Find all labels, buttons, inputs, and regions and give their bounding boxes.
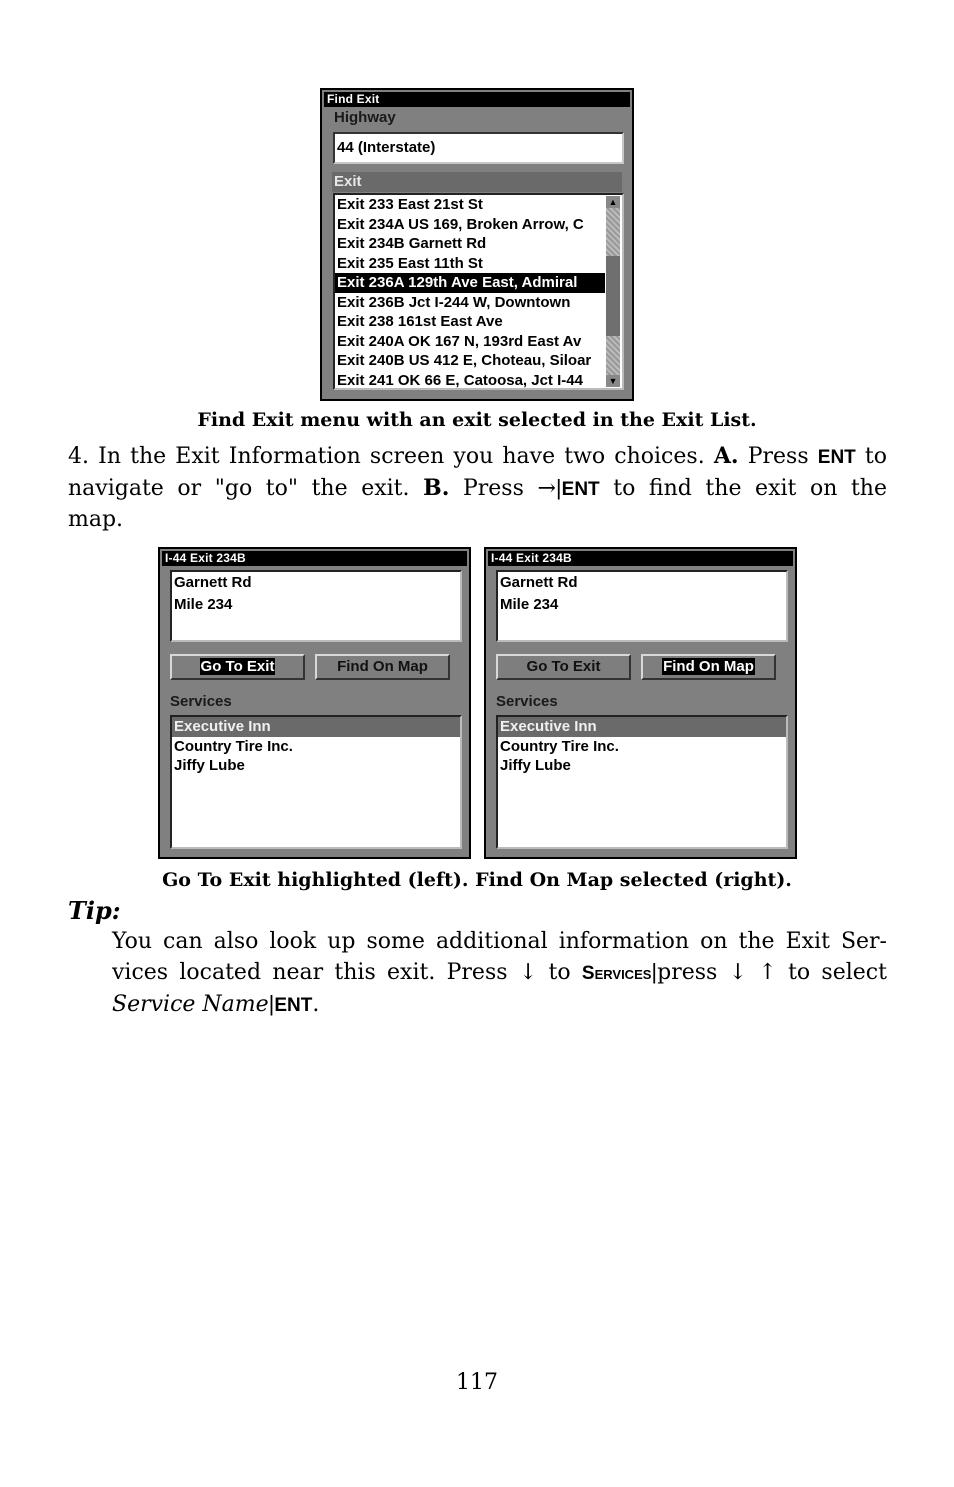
exit-list-item[interactable]: Exit 235 East 11th St <box>335 254 605 274</box>
scroll-track[interactable] <box>606 336 620 375</box>
service-item[interactable]: Country Tire Inc. <box>498 737 786 757</box>
exit-info-title: I-44 Exit 234B <box>162 551 467 566</box>
step-4-line-3: map. <box>68 507 124 532</box>
exit-list-item[interactable]: Exit 240B US 412 E, Choteau, Siloar <box>335 351 605 371</box>
go-to-exit-button[interactable]: Go To Exit <box>170 654 305 680</box>
service-item[interactable]: Executive Inn <box>498 717 786 737</box>
scroll-down-icon[interactable]: ▼ <box>606 375 620 387</box>
exit-list-scrollbar[interactable]: ▲ ▼ <box>606 196 620 387</box>
exit-label: Exit <box>334 173 362 190</box>
exit-list[interactable]: Exit 233 East 21st St Exit 234A US 169, B… <box>333 193 624 390</box>
highway-field[interactable]: 44 (Interstate) <box>333 132 624 164</box>
ent-key: ENT <box>817 447 856 468</box>
exit-list-item[interactable]: Exit 236A 129th Ave East, Admiral <box>335 273 605 293</box>
services-label: Services <box>496 693 558 710</box>
arrow-up-icon: ↑ <box>758 960 777 985</box>
exit-info-title: I-44 Exit 234B <box>488 551 793 566</box>
exit-info-screen-right: I-44 Exit 234B Garnett Rd Mile 234 Go To… <box>484 547 797 859</box>
figure-caption-1: Find Exit menu with an exit selected in … <box>197 409 757 431</box>
exit-list-item[interactable]: Exit 234A US 169, Broken Arrow, C <box>335 215 605 235</box>
exit-road-name: Garnett Rd <box>500 574 578 591</box>
page-number: 117 <box>456 1370 498 1395</box>
arrow-down-icon: ↓ <box>518 960 538 985</box>
exit-list-item[interactable]: Exit 234B Garnett Rd <box>335 234 605 254</box>
exit-mile: Mile 234 <box>500 596 559 613</box>
go-to-exit-button[interactable]: Go To Exit <box>496 654 631 680</box>
step-4-paragraph: 4. In the Exit Information screen you ha… <box>68 441 887 535</box>
service-item[interactable]: Jiffy Lube <box>498 756 786 776</box>
highway-label: Highway <box>334 109 396 126</box>
exit-list-item[interactable]: Exit 240A OK 167 N, 193rd East Av <box>335 332 605 352</box>
services-label: Services <box>170 693 232 710</box>
exit-info-screen-left: I-44 Exit 234B Garnett Rd Mile 234 Go To… <box>158 547 471 859</box>
find-exit-screen: Find Exit Highway 44 (Interstate) Exit E… <box>320 88 634 401</box>
ent-key: ENT <box>561 479 600 500</box>
figure-caption-2: Go To Exit highlighted (left). Find On M… <box>162 869 792 891</box>
find-on-map-button[interactable]: Find On Map <box>641 654 776 680</box>
tip-heading: Tip: <box>68 896 121 925</box>
service-item[interactable]: Country Tire Inc. <box>172 737 460 757</box>
services-list[interactable]: Executive Inn Country Tire Inc. Jiffy Lu… <box>170 715 462 849</box>
scroll-up-icon[interactable]: ▲ <box>606 196 620 208</box>
find-exit-title: Find Exit <box>324 92 630 107</box>
exit-list-item[interactable]: Exit 233 East 21st St <box>335 195 605 215</box>
exit-detail-box: Garnett Rd Mile 234 <box>170 570 462 642</box>
exit-list-item[interactable]: Exit 238 161st East Ave <box>335 312 605 332</box>
services-key: Services <box>581 963 652 984</box>
tip-line-1: You can also look up some additional inf… <box>112 929 887 954</box>
tip-line-2: vices located near this exit. Press ↓ to… <box>112 959 887 985</box>
exit-list-item[interactable]: Exit 241 OK 66 E, Catoosa, Jct I-44 <box>335 371 605 389</box>
tip-paragraph: You can also look up some additional inf… <box>112 927 887 1021</box>
arrow-down-icon: ↓ <box>728 960 748 985</box>
exit-mile: Mile 234 <box>174 596 233 613</box>
arrow-right-icon: → <box>537 476 556 501</box>
services-list[interactable]: Executive Inn Country Tire Inc. Jiffy Lu… <box>496 715 788 849</box>
exit-road-name: Garnett Rd <box>174 574 252 591</box>
step-4-line-1: 4. In the Exit Information screen you ha… <box>68 443 887 469</box>
service-item[interactable]: Jiffy Lube <box>172 756 460 776</box>
exit-header: Exit <box>332 172 622 192</box>
service-name-term: Service Name <box>112 992 269 1017</box>
exit-detail-box: Garnett Rd Mile 234 <box>496 570 788 642</box>
find-on-map-button[interactable]: Find On Map <box>315 654 450 680</box>
service-item[interactable]: Executive Inn <box>172 717 460 737</box>
scroll-track[interactable] <box>606 208 620 256</box>
ent-key: ENT <box>274 995 313 1016</box>
exit-list-item[interactable]: Exit 236B Jct I-244 W, Downtown <box>335 293 605 313</box>
step-4-line-2: navigate or "go to" the exit. B. Press →… <box>68 475 887 501</box>
scroll-thumb[interactable] <box>606 256 620 336</box>
tip-line-3: Service Name|ENT. <box>112 991 320 1017</box>
